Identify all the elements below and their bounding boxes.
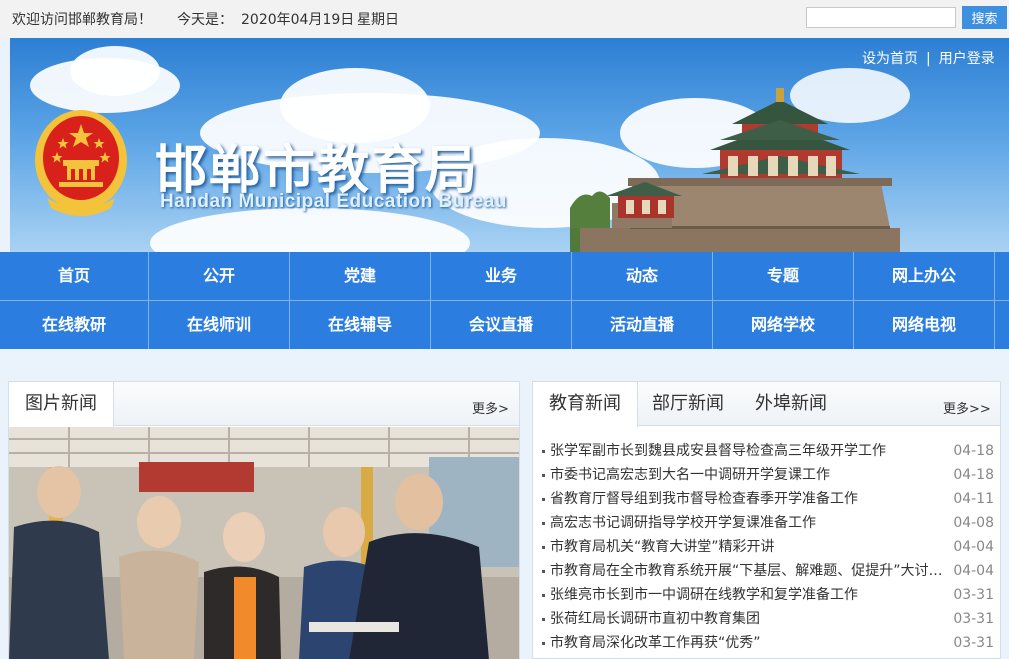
nav-row-primary: 首页 公开 党建 业务 动态 专题 网上办公 bbox=[0, 252, 1009, 300]
national-emblem-icon bbox=[35, 110, 127, 216]
tab-department-news[interactable]: 部厅新闻 bbox=[638, 382, 738, 427]
news-title[interactable]: 张学军副市长到魏县成安县督导检查高三年级开学工作 bbox=[550, 439, 950, 463]
current-date: 2020年04月19日 bbox=[241, 12, 355, 28]
nav-topics[interactable]: 专题 bbox=[713, 252, 854, 300]
news-title[interactable]: 张荷红局长调研市直初中教育集团 bbox=[550, 607, 950, 631]
news-photo[interactable] bbox=[9, 427, 519, 659]
nav-event-live[interactable]: 活动直播 bbox=[572, 301, 713, 349]
news-item[interactable]: 高宏志书记调研指导学校开学复课准备工作 04-08 bbox=[542, 511, 994, 535]
news-item[interactable]: 省教育厅督导组到我市督导检查春季开学准备工作 04-11 bbox=[542, 487, 994, 511]
nav-online-tutoring[interactable]: 在线辅导 bbox=[290, 301, 431, 349]
news-title[interactable]: 市教育局在全市教育系统开展“下基层、解难题、促提升”大讨论活动 bbox=[550, 559, 950, 583]
news-tabs-header: 教育新闻 部厅新闻 外埠新闻 更多>> bbox=[533, 382, 1000, 427]
news-date: 03-31 bbox=[953, 635, 994, 651]
photo-news-panel: 图片新闻 更多> bbox=[8, 381, 520, 659]
nav-online-tv[interactable]: 网络电视 bbox=[854, 301, 995, 349]
bullet-icon bbox=[542, 570, 545, 573]
news-item[interactable]: 张荷红局长调研市直初中教育集团 03-31 bbox=[542, 607, 994, 631]
news-item[interactable]: 张维亮市长到市一中调研在线教学和复学准备工作 03-31 bbox=[542, 583, 994, 607]
bullet-icon bbox=[542, 642, 545, 645]
nav-online-teacher-training[interactable]: 在线师训 bbox=[149, 301, 290, 349]
bullet-icon bbox=[542, 618, 545, 621]
news-title[interactable]: 市教育局机关“教育大讲堂”精彩开讲 bbox=[550, 535, 950, 559]
bullet-icon bbox=[542, 546, 545, 549]
tab-education-news[interactable]: 教育新闻 bbox=[533, 382, 638, 427]
education-news-panel: 教育新闻 部厅新闻 外埠新闻 更多>> 张学军副市长到魏县成安县督导检查高三年级… bbox=[532, 381, 1001, 659]
news-date: 04-08 bbox=[953, 515, 994, 531]
city-tower-image bbox=[570, 88, 900, 252]
news-item[interactable]: 市教育局在全市教育系统开展“下基层、解难题、促提升”大讨论活动 04-04 bbox=[542, 559, 994, 583]
news-title[interactable]: 市委书记高宏志到大名一中调研开学复课工作 bbox=[550, 463, 950, 487]
bullet-icon bbox=[542, 474, 545, 477]
photo-news-header: 图片新闻 更多> bbox=[9, 382, 519, 427]
news-more-link[interactable]: 更多>> bbox=[943, 398, 991, 417]
news-item[interactable]: 张学军副市长到魏县成安县督导检查高三年级开学工作 04-18 bbox=[542, 439, 994, 463]
main-navigation: 首页 公开 党建 业务 动态 专题 网上办公 在线教研 在线师训 在线辅导 会议… bbox=[0, 252, 1009, 349]
news-title[interactable]: 市教育局深化改革工作再获“优秀” bbox=[550, 631, 950, 655]
current-weekday: 星期日 bbox=[357, 12, 399, 28]
cloud bbox=[70, 46, 160, 96]
news-date: 04-18 bbox=[953, 467, 994, 483]
news-date: 03-31 bbox=[953, 587, 994, 603]
banner-links: 设为首页 | 用户登录 bbox=[862, 48, 995, 68]
search-button[interactable]: 搜索 bbox=[962, 6, 1007, 29]
bullet-icon bbox=[542, 594, 545, 597]
bullet-icon bbox=[542, 522, 545, 525]
search-input[interactable] bbox=[806, 7, 956, 28]
site-title-english: Handan Municipal Education Bureau bbox=[160, 191, 507, 212]
set-homepage-link[interactable]: 设为首页 bbox=[862, 51, 918, 67]
top-bar: 欢迎访问邯郸教育局！ 今天是： 2020年04月19日 星期日 搜索 bbox=[0, 0, 1009, 38]
news-title[interactable]: 张维亮市长到市一中调研在线教学和复学准备工作 bbox=[550, 583, 950, 607]
tab-external-news[interactable]: 外埠新闻 bbox=[741, 382, 841, 427]
nav-meeting-live[interactable]: 会议直播 bbox=[431, 301, 572, 349]
user-login-link[interactable]: 用户登录 bbox=[939, 51, 995, 67]
nav-news[interactable]: 动态 bbox=[572, 252, 713, 300]
bullet-icon bbox=[542, 450, 545, 453]
nav-party[interactable]: 党建 bbox=[290, 252, 431, 300]
news-date: 03-31 bbox=[953, 611, 994, 627]
nav-online-school[interactable]: 网络学校 bbox=[713, 301, 854, 349]
bullet-icon bbox=[542, 498, 545, 501]
news-date: 04-18 bbox=[953, 443, 994, 459]
news-list: 张学军副市长到魏县成安县督导检查高三年级开学工作 04-18 市委书记高宏志到大名… bbox=[542, 439, 994, 655]
nav-business[interactable]: 业务 bbox=[431, 252, 572, 300]
cloud bbox=[150, 208, 470, 252]
welcome-text: 欢迎访问邯郸教育局！ bbox=[12, 12, 152, 28]
news-title[interactable]: 省教育厅督导组到我市督导检查春季开学准备工作 bbox=[550, 487, 950, 511]
nav-public[interactable]: 公开 bbox=[149, 252, 290, 300]
news-date: 04-04 bbox=[953, 539, 994, 555]
news-item[interactable]: 市委书记高宏志到大名一中调研开学复课工作 04-18 bbox=[542, 463, 994, 487]
nav-online-office[interactable]: 网上办公 bbox=[854, 252, 995, 300]
header-banner: 邯郸市教育局 Handan Municipal Education Bureau… bbox=[10, 38, 1009, 252]
nav-online-research[interactable]: 在线教研 bbox=[0, 301, 149, 349]
tab-photo-news[interactable]: 图片新闻 bbox=[9, 382, 114, 427]
news-date: 04-11 bbox=[953, 491, 994, 507]
nav-home[interactable]: 首页 bbox=[0, 252, 149, 300]
today-label: 今天是： bbox=[177, 12, 233, 28]
link-separator: | bbox=[926, 51, 931, 67]
nav-row-secondary: 在线教研 在线师训 在线辅导 会议直播 活动直播 网络学校 网络电视 bbox=[0, 301, 1009, 349]
news-date: 04-04 bbox=[953, 563, 994, 579]
photo-news-more-link[interactable]: 更多> bbox=[472, 398, 509, 417]
news-item[interactable]: 市教育局深化改革工作再获“优秀” 03-31 bbox=[542, 631, 994, 655]
news-item[interactable]: 市教育局机关“教育大讲堂”精彩开讲 04-04 bbox=[542, 535, 994, 559]
news-title[interactable]: 高宏志书记调研指导学校开学复课准备工作 bbox=[550, 511, 950, 535]
